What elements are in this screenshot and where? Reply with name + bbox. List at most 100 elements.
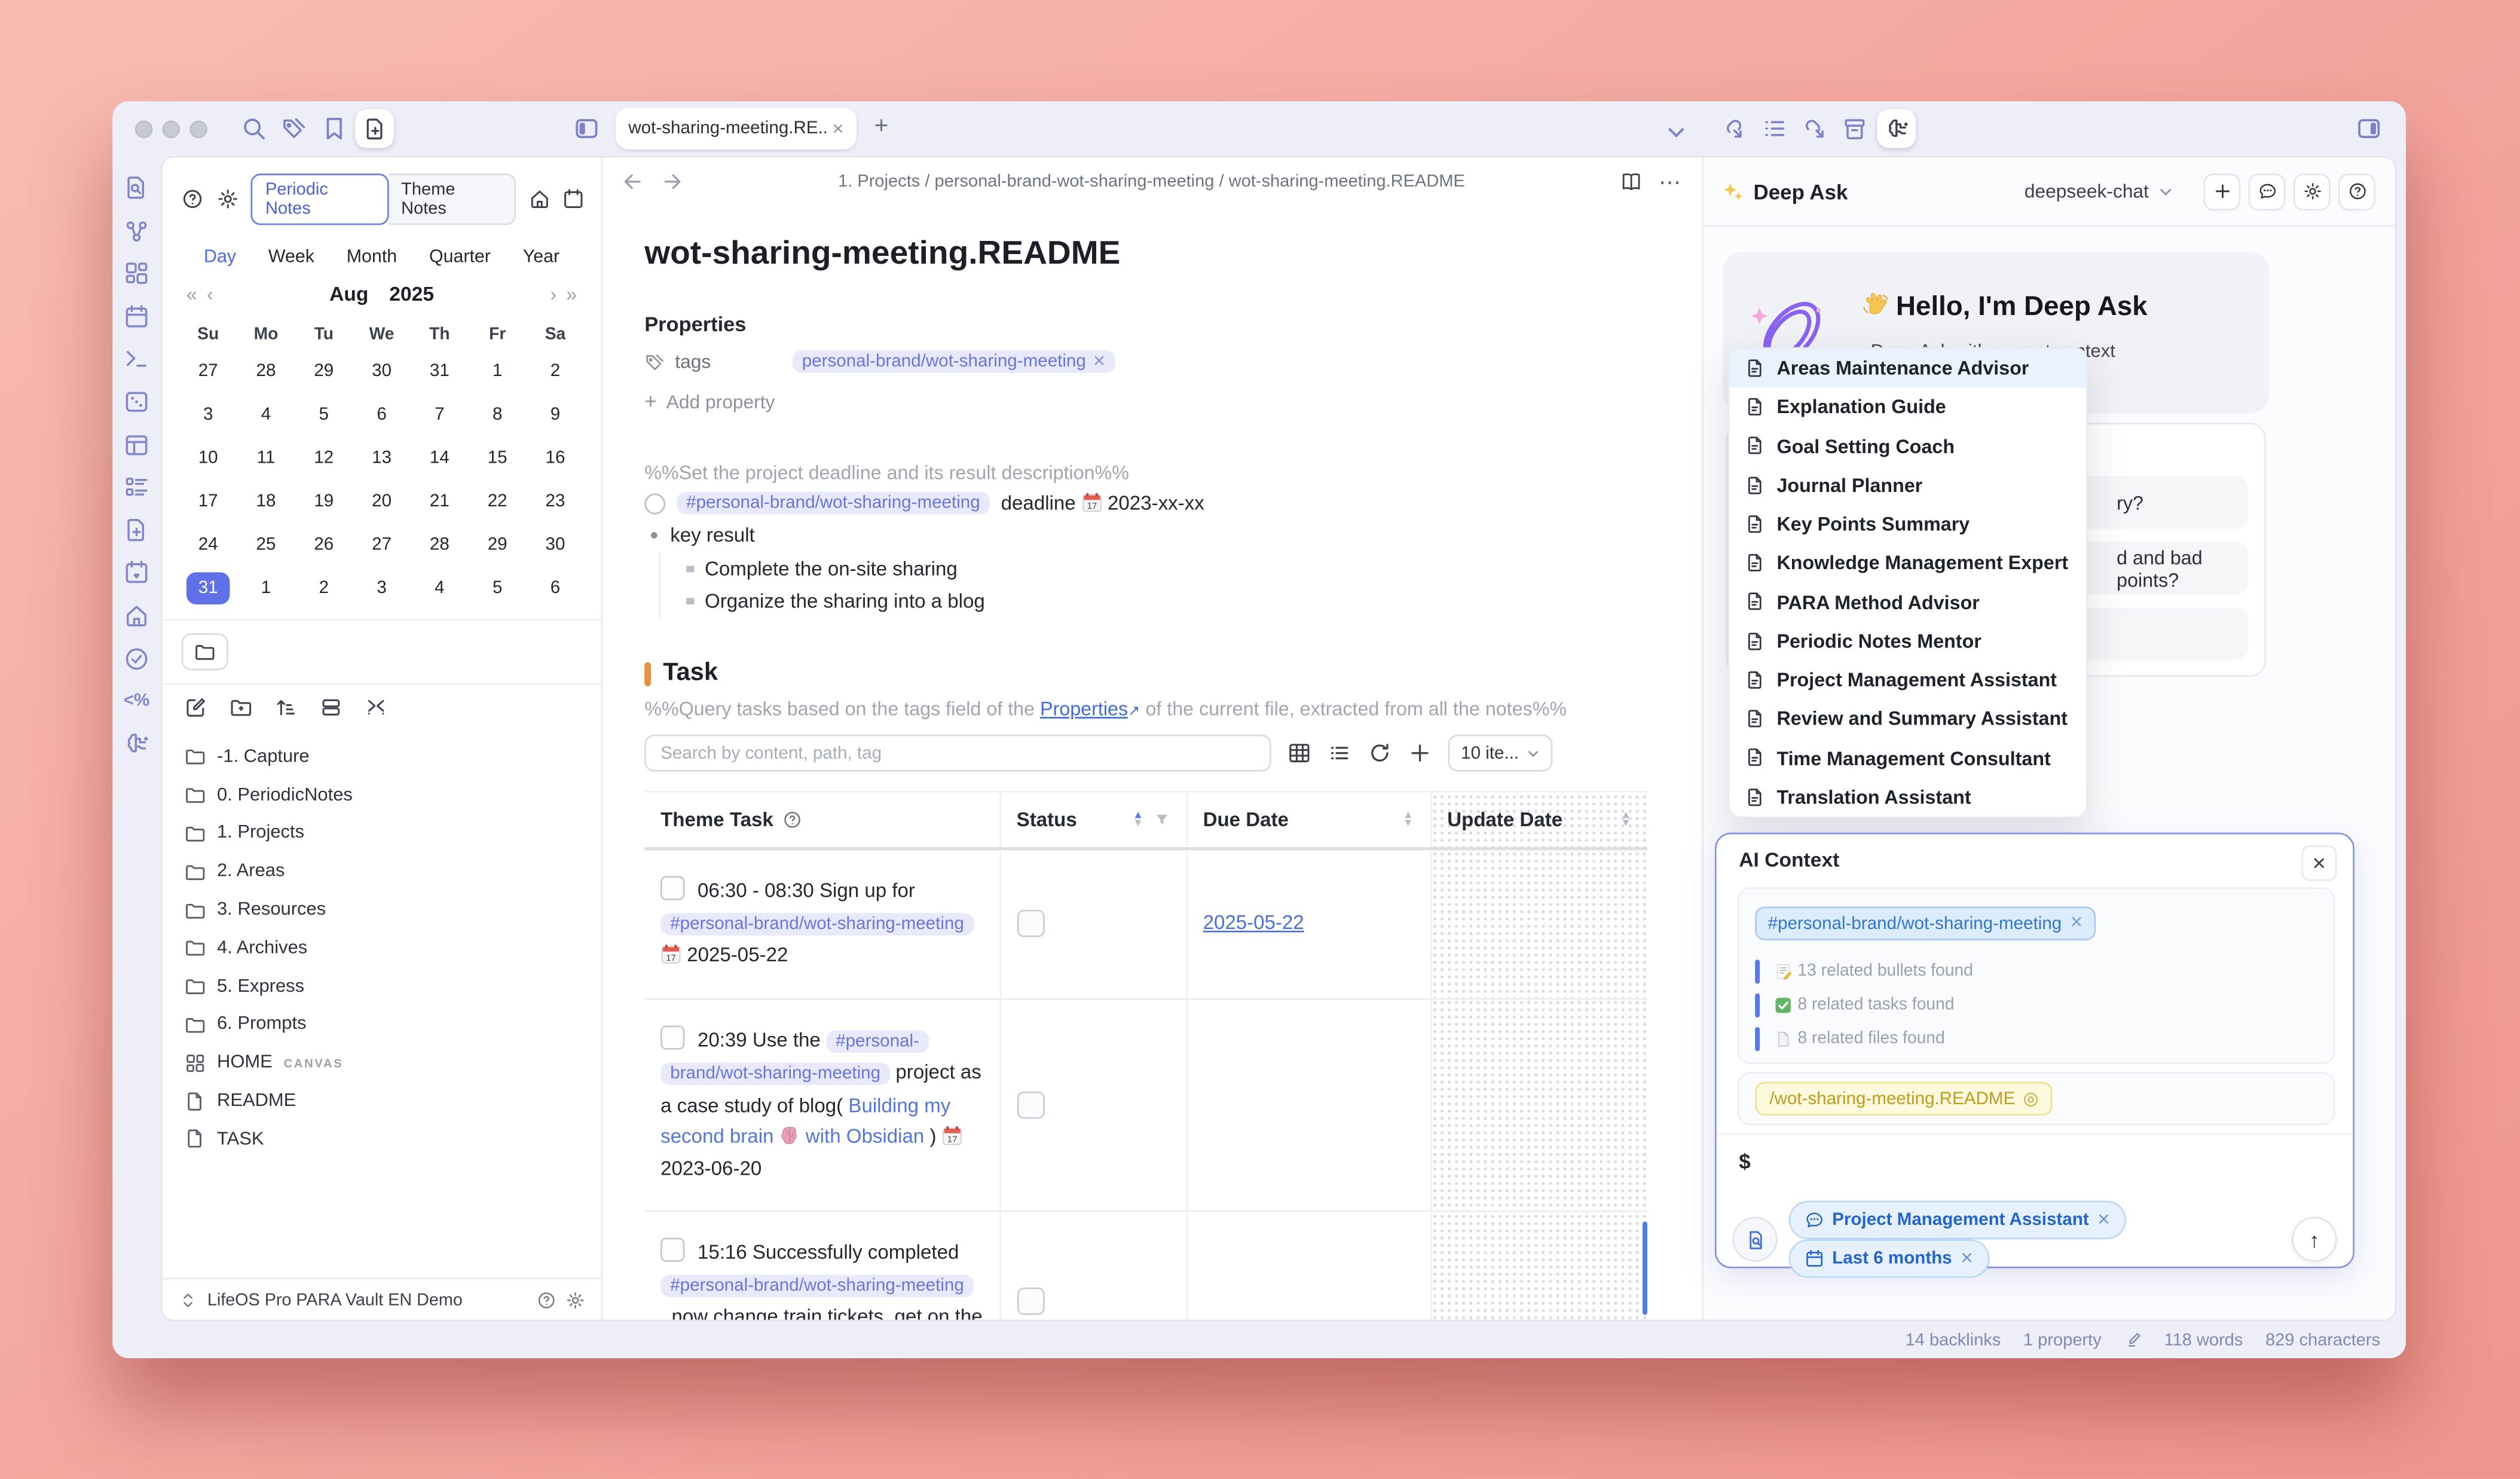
- task-checkbox[interactable]: [660, 1025, 685, 1049]
- archive-icon[interactable]: [1842, 116, 1867, 142]
- col-status[interactable]: Status: [1017, 808, 1077, 831]
- new-folder-icon[interactable]: [230, 696, 252, 719]
- dashboard-icon[interactable]: [124, 261, 149, 286]
- tree-item-0-periodicnotes[interactable]: 0. PeriodicNotes: [163, 776, 601, 814]
- status-words[interactable]: 118 words: [2164, 1330, 2243, 1349]
- message-input[interactable]: $: [1739, 1149, 1750, 1173]
- remove-icon[interactable]: ✕: [2097, 1211, 2111, 1229]
- card-view-icon[interactable]: [320, 696, 342, 719]
- calendar-icon[interactable]: [563, 188, 585, 211]
- calendar-day[interactable]: 26: [295, 527, 353, 563]
- calendar-day[interactable]: 6: [353, 397, 411, 432]
- back-icon[interactable]: [622, 170, 645, 193]
- tree-item--1-capture[interactable]: -1. Capture: [163, 738, 601, 776]
- calendar-day[interactable]: 2: [295, 571, 353, 606]
- add-task-icon[interactable]: [1408, 741, 1432, 765]
- task-checkbox[interactable]: [660, 876, 685, 900]
- layout-icon[interactable]: [124, 432, 149, 457]
- status-checkbox[interactable]: [1016, 910, 1044, 938]
- calendar-day[interactable]: 22: [469, 484, 527, 519]
- search-icon[interactable]: [241, 116, 267, 142]
- search-input[interactable]: [644, 734, 1271, 772]
- refresh-icon[interactable]: [1368, 741, 1391, 765]
- tag-chip[interactable]: #personal-brand/wot-sharing-meeting: [660, 1029, 929, 1085]
- tree-item-readme[interactable]: README: [163, 1082, 601, 1120]
- outgoing-links-icon[interactable]: [1720, 116, 1745, 142]
- view-tab-day[interactable]: Day: [204, 247, 236, 267]
- theme-task-cell[interactable]: 15:16 Successfully completed #personal-b…: [644, 1210, 1001, 1320]
- calendar-day[interactable]: 16: [527, 441, 585, 476]
- calendar-day[interactable]: 7: [411, 397, 469, 432]
- tree-item-home[interactable]: HOME CANVAS: [163, 1044, 601, 1082]
- calendar-day[interactable]: 1: [237, 571, 295, 606]
- tag-chip[interactable]: personal-brand/wot-sharing-meeting ✕: [792, 350, 1116, 373]
- tree-item-2-areas[interactable]: 2. Areas: [163, 852, 601, 891]
- vault-switcher[interactable]: LifeOS Pro PARA Vault EN Demo: [162, 1278, 601, 1320]
- col-theme-task[interactable]: Theme Task: [660, 808, 773, 831]
- calendar-day[interactable]: 4: [237, 397, 295, 432]
- calendar-day[interactable]: 5: [469, 571, 527, 606]
- calendar-day[interactable]: 29: [295, 354, 353, 389]
- graph-icon[interactable]: [124, 218, 149, 244]
- calendar-day[interactable]: 30: [527, 527, 585, 563]
- terminal-icon[interactable]: [124, 346, 149, 372]
- calendar-day[interactable]: 10: [179, 441, 237, 476]
- view-tab-month[interactable]: Month: [347, 247, 397, 267]
- assistant-option-explanation-guide[interactable]: Explanation Guide: [1729, 388, 2086, 427]
- tags-icon[interactable]: [282, 116, 307, 142]
- calendar-day[interactable]: 17: [179, 484, 237, 519]
- right-sidebar-toggle-icon[interactable]: [2356, 116, 2382, 142]
- calendar-day[interactable]: 28: [411, 527, 469, 563]
- calendar-day[interactable]: 19: [295, 484, 353, 519]
- calendar-day[interactable]: 30: [353, 354, 411, 389]
- tag-chip[interactable]: #personal-brand/wot-sharing-meeting: [660, 1273, 974, 1297]
- gear-icon[interactable]: [565, 1290, 585, 1309]
- gear-icon[interactable]: [216, 188, 238, 211]
- note-title[interactable]: wot-sharing-meeting.README: [644, 235, 1660, 274]
- calendar-day[interactable]: 23: [527, 484, 585, 519]
- tree-item-3-resources[interactable]: 3. Resources: [163, 891, 601, 929]
- view-tab-year[interactable]: Year: [523, 247, 559, 267]
- next-month-button[interactable]: ›: [550, 283, 556, 305]
- theme-task-cell[interactable]: 06:30 - 08:30 Sign up for #personal-bran…: [644, 848, 1001, 998]
- view-tab-week[interactable]: Week: [268, 247, 314, 267]
- prev-month-button[interactable]: ‹: [207, 283, 213, 305]
- assistant-option-project-management-assistant[interactable]: Project Management Assistant: [1729, 661, 2086, 699]
- new-note-button[interactable]: [355, 109, 394, 148]
- outline-list-icon[interactable]: [1761, 116, 1787, 142]
- context-file-chip[interactable]: /wot-sharing-meeting.README ◎: [1755, 1081, 2053, 1116]
- tree-item-task[interactable]: TASK: [163, 1120, 601, 1159]
- help-icon[interactable]: [182, 188, 203, 211]
- assistant-option-journal-planner[interactable]: Journal Planner: [1729, 466, 2086, 505]
- brain-circuit-icon[interactable]: [124, 731, 149, 757]
- assistant-option-key-points-summary[interactable]: Key Points Summary: [1729, 505, 2086, 543]
- reading-view-icon[interactable]: [1620, 170, 1643, 193]
- sort-icons[interactable]: ▲ ▼: [1133, 810, 1143, 829]
- calendar-day[interactable]: 6: [527, 571, 585, 606]
- calendar-day[interactable]: 28: [237, 354, 295, 389]
- filter-chip-last-6-months[interactable]: Last 6 months ✕: [1788, 1239, 1990, 1278]
- template-icon[interactable]: <%: [124, 688, 150, 714]
- assistant-option-knowledge-management-expert[interactable]: Knowledge Management Expert: [1729, 543, 2086, 582]
- dice-icon[interactable]: [124, 389, 149, 415]
- assistant-option-areas-maintenance-advisor[interactable]: Areas Maintenance Advisor: [1729, 349, 2087, 388]
- model-selector[interactable]: deepseek-chat: [2024, 180, 2149, 203]
- traffic-light-close[interactable]: [134, 120, 153, 139]
- list-view-icon[interactable]: [1328, 741, 1351, 765]
- calendar-day[interactable]: 8: [469, 397, 527, 432]
- tab-periodic-notes[interactable]: Periodic Notes: [250, 173, 389, 225]
- due-date-link[interactable]: 2025-05-22: [1203, 912, 1304, 934]
- col-update-date[interactable]: Update Date: [1447, 808, 1562, 831]
- theme-task-cell[interactable]: 20:39 Use the #personal-brand/wot-sharin…: [644, 997, 1001, 1212]
- calendar-day[interactable]: 11: [237, 441, 295, 476]
- assistant-option-time-management-consultant[interactable]: Time Management Consultant: [1729, 739, 2086, 778]
- filter-chip-project-management-assistant[interactable]: Project Management Assistant ✕: [1788, 1200, 2127, 1240]
- calendar-day[interactable]: 27: [179, 354, 237, 389]
- sort-icons[interactable]: ▲ ▼: [1403, 810, 1414, 829]
- file-explorer-tab[interactable]: [181, 633, 228, 671]
- view-tab-quarter[interactable]: Quarter: [429, 247, 491, 267]
- status-characters[interactable]: 829 characters: [2265, 1330, 2380, 1349]
- tree-item-4-archives[interactable]: 4. Archives: [163, 929, 601, 967]
- calendar-day[interactable]: 13: [353, 441, 411, 476]
- incoming-links-icon[interactable]: [1802, 116, 1827, 142]
